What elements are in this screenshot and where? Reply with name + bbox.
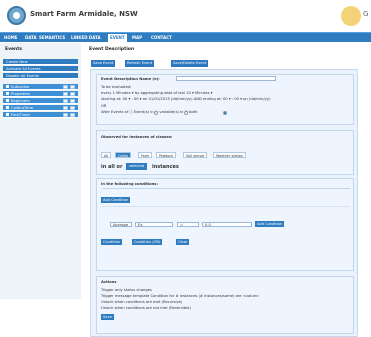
condition-or-button[interactable]: Condition (OR): [132, 239, 163, 245]
condition-value: 0.0: [205, 223, 211, 227]
action-line: Trigger message template Condition for #…: [101, 294, 259, 298]
schedule-line: every 1 Minutes ▾ by aggregating data of…: [101, 91, 213, 95]
top-navigation: HOME DATA SEMANTICS LINKED DATA EVENT MA…: [0, 32, 371, 42]
tab-save-delete-event[interactable]: Save/Delete Event: [171, 60, 209, 67]
event-name-input[interactable]: [176, 76, 276, 81]
observed-heading: Observed for instances of classes:: [101, 135, 173, 139]
radio-events[interactable]: [154, 111, 158, 115]
instances-prefix: in all or: [101, 164, 123, 170]
sidebar: [0, 43, 81, 299]
delete-icon[interactable]: [70, 99, 75, 103]
main-area: Event Description Save Event Refresh Eve…: [88, 43, 371, 337]
nav-semantics[interactable]: SEMANTICS: [37, 34, 67, 42]
selected-instances-button[interactable]: selected: [126, 163, 148, 170]
nav-event[interactable]: EVENT: [108, 34, 127, 42]
schedule-section: Event Description Name (e): To be evalua…: [96, 74, 354, 125]
nav-contact[interactable]: CONTACT: [149, 34, 174, 42]
create-new-event[interactable]: Create New: [3, 59, 78, 65]
variable-select[interactable]: Ex: [135, 222, 173, 227]
class-pill[interactable]: Weather station: [213, 152, 247, 158]
delete-icon[interactable]: [70, 106, 75, 110]
nav-linked-data[interactable]: LINKED DATA: [69, 34, 103, 42]
event-name: Properties: [11, 92, 30, 96]
event-item[interactable]: FlexiTimer: [3, 112, 78, 118]
edit-icon[interactable]: [63, 113, 68, 117]
aggregation-select[interactable]: Average: [110, 222, 132, 227]
checkbox-icon[interactable]: [6, 106, 9, 109]
class-pill[interactable]: Paddock: [156, 152, 177, 158]
class-pill[interactable]: Cattle: [115, 152, 132, 158]
action-line: Unlock when conditions are met (Recursiv…: [101, 300, 183, 304]
event-name: Subscribe: [11, 85, 30, 89]
delete-icon[interactable]: [70, 85, 75, 89]
schedule-heading: To be evaluated:: [101, 85, 132, 89]
schedule-line: After Events of ○ Event(s) in ○ variable…: [101, 110, 198, 114]
app-header: Smart Farm Armidale, NSW G: [0, 0, 371, 31]
sidebar-heading: Events: [5, 47, 23, 52]
condition-and-button[interactable]: Condition: [101, 239, 123, 245]
instances-suffix: instances: [152, 164, 179, 170]
activate-all-events[interactable]: Activate All Events: [3, 66, 78, 72]
condition-value-input[interactable]: 0.0: [202, 222, 252, 227]
operator-value: =: [180, 223, 184, 227]
event-item[interactable]: Subscribe: [3, 84, 78, 90]
sun-logo-icon: [341, 6, 361, 26]
conditions-heading: In the following conditions:: [101, 182, 158, 186]
schedule-line: starting at: 00 ▾ : 00 ▾ on 01/01/2015 (…: [101, 97, 271, 101]
add-condition-button[interactable]: Add Condition: [101, 197, 131, 203]
action-line: Unlock when conditions are not met (Reve…: [101, 306, 191, 310]
nav-home[interactable]: HOME: [2, 34, 19, 42]
disable-all-events[interactable]: Disable All Events: [3, 73, 78, 79]
aggregation-value: Average: [113, 223, 129, 227]
conditions-section: In the following conditions: Add Conditi…: [96, 178, 354, 271]
edit-icon[interactable]: [63, 99, 68, 103]
save-button[interactable]: Save: [101, 314, 114, 320]
page-title: Event Description: [89, 47, 135, 52]
observed-classes-section: Observed for instances of classes: All C…: [96, 130, 354, 175]
checkbox-icon[interactable]: [6, 99, 9, 102]
class-pill[interactable]: Farm: [138, 152, 153, 158]
action-line: Trigger only status changes: [101, 288, 152, 292]
edit-icon[interactable]: [63, 92, 68, 96]
tab-save-event[interactable]: Save Event: [91, 60, 116, 67]
event-item[interactable]: Properties: [3, 91, 78, 97]
event-item[interactable]: Beginners: [3, 98, 78, 104]
class-pill[interactable]: Soil sensor: [183, 152, 208, 158]
edit-icon[interactable]: [63, 106, 68, 110]
app-title: Smart Farm Armidale, NSW: [30, 10, 138, 18]
event-name: Beginners: [11, 99, 30, 103]
operator-select[interactable]: =: [177, 222, 199, 227]
class-pill[interactable]: All: [101, 152, 112, 158]
checkbox-icon[interactable]: [6, 113, 9, 116]
event-name: CalibraTime: [11, 106, 34, 110]
event-item[interactable]: CalibraTime: [3, 105, 78, 111]
clear-conditions-button[interactable]: Clear: [176, 239, 190, 245]
event-name-label: Event Description Name (e):: [101, 77, 160, 81]
add-condition-row-button[interactable]: Add Condition: [255, 221, 285, 227]
actions-heading: Actions: [101, 280, 117, 284]
divider: [102, 188, 350, 189]
checkbox-icon[interactable]: [6, 85, 9, 88]
radio-variables[interactable]: [184, 111, 188, 115]
edit-icon[interactable]: [63, 85, 68, 89]
nav-map[interactable]: MAP: [130, 34, 144, 42]
delete-icon[interactable]: [70, 113, 75, 117]
variable-value: Ex: [138, 223, 143, 227]
event-name: FlexiTimer: [11, 113, 31, 117]
header-right-text: G: [363, 10, 369, 18]
schedule-line: OR: [101, 104, 107, 108]
tab-refresh-event[interactable]: Refresh Event: [125, 60, 155, 67]
delete-icon[interactable]: [70, 92, 75, 96]
radio-both[interactable]: [223, 111, 227, 115]
checkbox-icon[interactable]: [6, 92, 9, 95]
event-form: Event Description Name (e): To be evalua…: [90, 69, 358, 337]
actions-section: Actions Trigger only status changes Trig…: [96, 276, 354, 334]
logo-icon: [7, 6, 26, 25]
divider: [102, 206, 350, 207]
